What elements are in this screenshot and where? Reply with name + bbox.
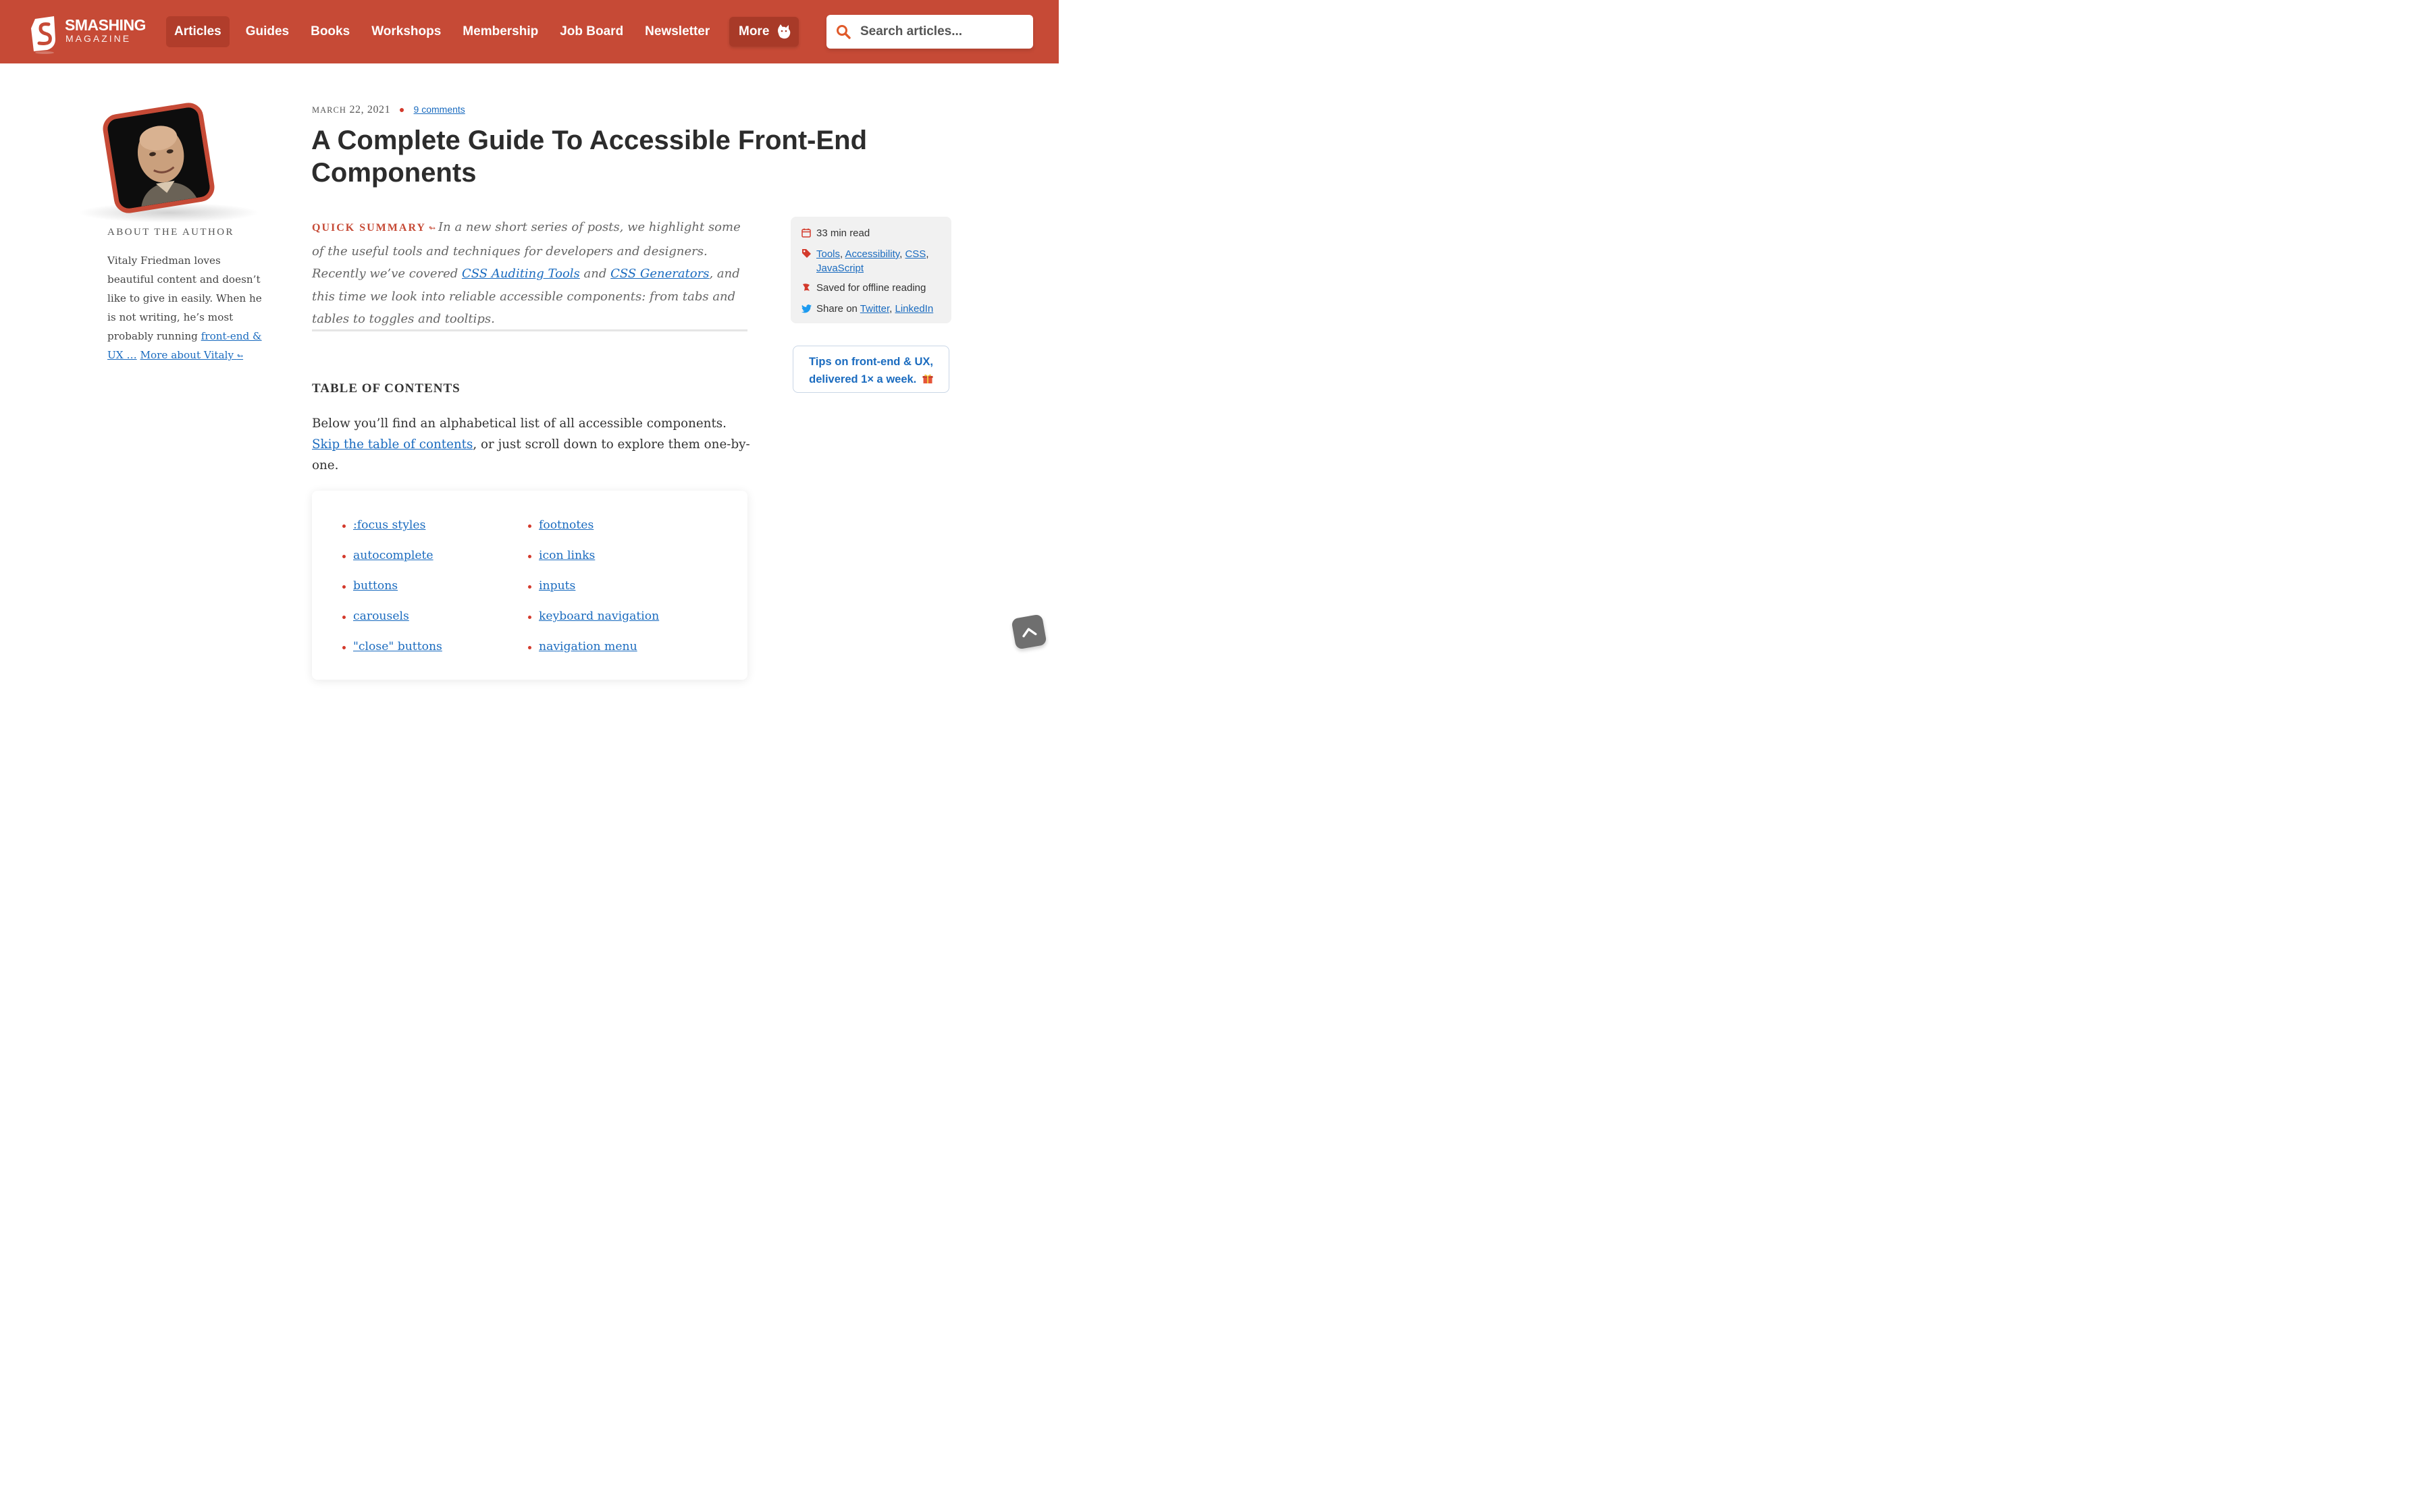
toc-link-footnotes[interactable]: footnotes	[539, 518, 594, 532]
toc-list-left: :focus styles autocomplete buttons carou…	[342, 515, 442, 667]
summary-divider	[312, 329, 747, 331]
list-item: "close" buttons	[342, 637, 442, 667]
share-twitter-link[interactable]: Twitter	[860, 303, 889, 315]
toc-box: :focus styles autocomplete buttons carou…	[312, 491, 747, 680]
nav-articles[interactable]: Articles	[166, 16, 230, 47]
search-box	[826, 15, 1033, 49]
tag-tools[interactable]: Tools	[816, 248, 840, 260]
newsletter-line-1: Tips on front-end & UX,	[809, 356, 933, 368]
nav-job-board[interactable]: Job Board	[549, 16, 634, 47]
tags-row: Tools, Accessibility, CSS, JavaScript	[801, 247, 951, 275]
toc-link-keyboard-navigation[interactable]: keyboard navigation	[539, 610, 659, 623]
list-item: autocomplete	[342, 545, 442, 576]
list-item: :focus styles	[342, 515, 442, 545]
logo-wordmark: SMASHING	[65, 16, 146, 34]
site-logo[interactable]: SMASHING MAGAZINE	[28, 15, 157, 55]
summary-and: and	[579, 267, 611, 281]
tag-javascript[interactable]: JavaScript	[816, 263, 864, 274]
more-about-arrow: ↬	[236, 352, 244, 360]
toc-list-right: footnotes icon links inputs keyboard nav…	[528, 515, 659, 667]
tags-list: Tools, Accessibility, CSS, JavaScript	[816, 248, 929, 274]
saved-row: Saved for offline reading	[801, 281, 951, 296]
tag-icon	[801, 247, 816, 263]
gift-icon	[922, 374, 933, 383]
twitter-icon	[801, 302, 816, 317]
newsletter-cta[interactable]: Tips on front-end & UX, delivered 1× a w…	[793, 346, 949, 393]
meta-separator-dot: ●	[398, 105, 405, 115]
article-info-card: 33 min read Tools, Accessibility, CSS, Ja…	[791, 217, 951, 323]
toc-intro-text: Below you’ll find an alphabetical list o…	[312, 416, 727, 431]
calendar-icon	[801, 226, 816, 242]
toc-link-icon-links[interactable]: icon links	[539, 549, 595, 562]
about-author-label: ABOUT THE AUTHOR	[107, 227, 234, 238]
quick-summary-arrow: ↬	[428, 223, 436, 233]
list-item: footnotes	[528, 515, 659, 545]
more-label: More	[739, 24, 770, 38]
search-icon[interactable]	[836, 24, 851, 39]
main-nav: Articles Guides Books Workshops Membersh…	[166, 16, 720, 47]
css-auditing-tools-link[interactable]: CSS Auditing Tools	[462, 267, 580, 281]
chevron-up-icon	[1022, 628, 1037, 638]
share-linkedin-link[interactable]: LinkedIn	[895, 303, 933, 315]
list-item: navigation menu	[528, 637, 659, 667]
article-meta: MARCH 22, 2021 ● 9 comments	[312, 104, 465, 116]
share-text: Share on Twitter, LinkedIn	[816, 303, 934, 315]
search-input[interactable]	[860, 24, 1022, 39]
list-item: buttons	[342, 576, 442, 606]
comments-link[interactable]: 9 comments	[414, 104, 465, 115]
quick-summary-label: QUICK SUMMARY	[312, 222, 426, 234]
skip-toc-link[interactable]: Skip the table of contents	[312, 437, 473, 452]
list-item: icon links	[528, 545, 659, 576]
newsletter-line-2: delivered 1× a week.	[809, 373, 917, 385]
site-header: SMASHING MAGAZINE Articles Guides Books …	[0, 0, 1059, 63]
list-item: inputs	[528, 576, 659, 606]
author-bio: Vitaly Friedman loves beautiful content …	[107, 251, 267, 366]
toc-link-inputs[interactable]: inputs	[539, 579, 575, 593]
more-about-label: More about Vitaly	[140, 349, 234, 361]
share-prefix: Share on	[816, 303, 860, 315]
list-item: keyboard navigation	[528, 606, 659, 637]
page-title: A Complete Guide To Accessible Front-End…	[311, 126, 868, 188]
bookmark-icon	[801, 281, 816, 296]
read-time: 33 min read	[816, 227, 870, 239]
nav-books[interactable]: Books	[300, 16, 361, 47]
more-about-link[interactable]: More about Vitaly ↬	[140, 349, 243, 361]
back-to-top-button[interactable]	[1011, 614, 1047, 650]
toc-link-carousels[interactable]: carousels	[353, 610, 409, 623]
toc-intro: Below you’ll find an alphabetical list o…	[312, 413, 751, 476]
tag-css[interactable]: CSS	[905, 248, 926, 260]
date-month: MARCH	[312, 105, 346, 115]
nav-membership[interactable]: Membership	[452, 16, 549, 47]
more-button[interactable]: More	[729, 17, 799, 47]
toc-link-buttons[interactable]: buttons	[353, 579, 398, 593]
toc-heading: TABLE OF CONTENTS	[312, 381, 461, 396]
quick-summary: QUICK SUMMARY ↬ In a new short series of p…	[312, 216, 744, 331]
author-bio-text: Vitaly Friedman loves beautiful content …	[107, 254, 262, 342]
read-time-row: 33 min read	[801, 226, 951, 242]
author-avatar-wrap[interactable]	[101, 101, 217, 215]
newsletter-line-2-wrap: delivered 1× a week.	[793, 371, 949, 388]
nav-workshops[interactable]: Workshops	[361, 16, 452, 47]
cat-icon	[778, 24, 791, 39]
smashing-logo-icon	[31, 16, 55, 54]
nav-newsletter[interactable]: Newsletter	[634, 16, 720, 47]
toc-link-focus-styles[interactable]: :focus styles	[353, 518, 425, 532]
logo-subtitle: MAGAZINE	[65, 33, 132, 44]
nav-guides[interactable]: Guides	[235, 16, 300, 47]
author-portrait	[106, 105, 215, 214]
date-rest: 22, 2021	[349, 104, 391, 115]
toc-link-navigation-menu[interactable]: navigation menu	[539, 640, 637, 653]
toc-link-close-buttons[interactable]: "close" buttons	[353, 640, 442, 653]
css-generators-link[interactable]: CSS Generators	[610, 267, 709, 281]
share-row: Share on Twitter, LinkedIn	[801, 302, 951, 317]
saved-offline: Saved for offline reading	[816, 282, 926, 294]
list-item: carousels	[342, 606, 442, 637]
toc-link-autocomplete[interactable]: autocomplete	[353, 549, 433, 562]
avatar	[101, 101, 217, 215]
tag-accessibility[interactable]: Accessibility	[845, 248, 900, 260]
